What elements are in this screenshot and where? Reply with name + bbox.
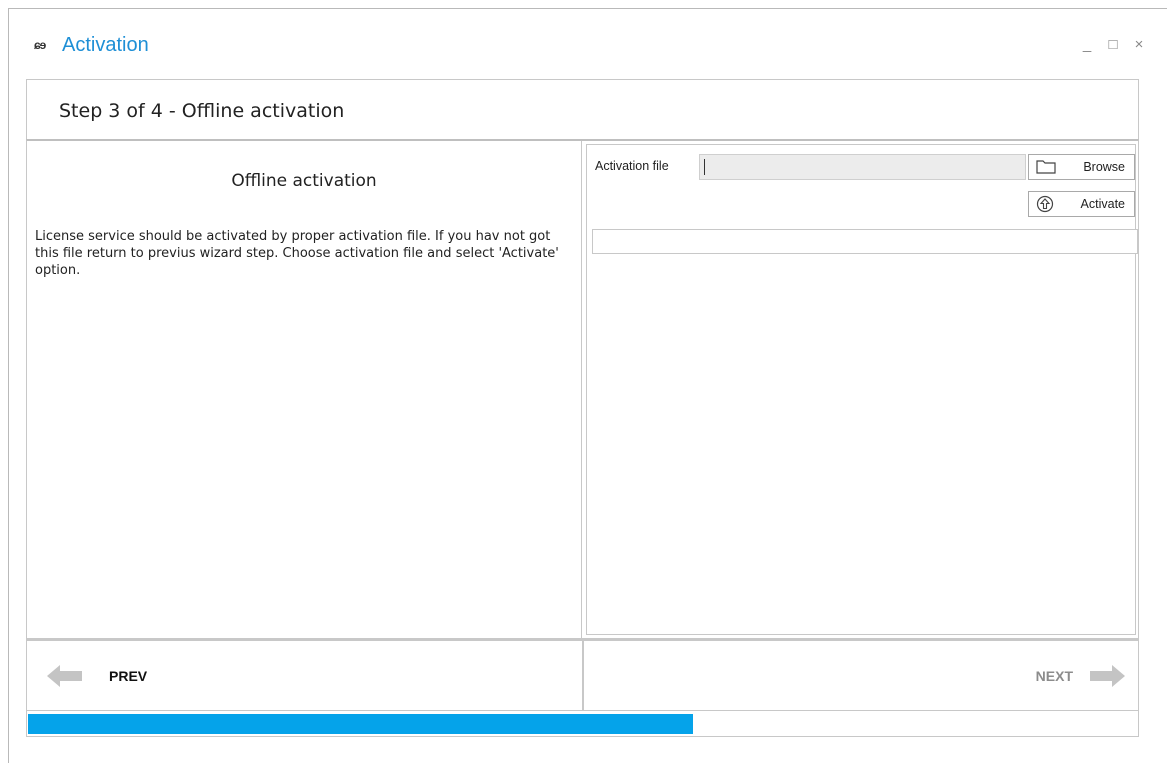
next-button[interactable]: NEXT: [584, 641, 1138, 710]
activate-button[interactable]: Activate: [1028, 191, 1135, 217]
activation-file-input[interactable]: [699, 154, 1026, 180]
activation-file-label: Activation file: [595, 159, 669, 173]
upload-arrow-icon: [1036, 195, 1054, 213]
prev-button[interactable]: PREV: [27, 641, 584, 710]
progress-fill: [28, 714, 693, 734]
pane-description: License service should be activated by p…: [35, 229, 559, 278]
window-title: Activation: [62, 34, 149, 56]
browse-button[interactable]: Browse: [1028, 154, 1135, 180]
browse-button-label: Browse: [1083, 160, 1125, 174]
activation-panel: Activation file Browse Activate: [586, 144, 1138, 635]
close-button[interactable]: ×: [1131, 36, 1147, 53]
step-title: Step 3 of 4 - Offline activation: [59, 100, 345, 122]
activation-pane: Activation file Browse Activate: [582, 141, 1138, 638]
activation-window: ɕɘ Activation _ □ × Step 3 of 4 - Offlin…: [8, 8, 1167, 763]
maximize-button[interactable]: □: [1105, 36, 1121, 53]
content-area: Offline activation License service shoul…: [26, 139, 1139, 639]
window-controls: _ □ ×: [1079, 36, 1147, 53]
step-header: Step 3 of 4 - Offline activation: [26, 79, 1139, 139]
pane-title: Offline activation: [231, 171, 377, 191]
title-bar: ɕɘ Activation _ □ ×: [9, 9, 1167, 79]
next-label: NEXT: [1035, 668, 1073, 684]
prev-label: PREV: [109, 668, 148, 684]
info-pane: Offline activation License service shoul…: [27, 141, 582, 638]
folder-icon: [1036, 160, 1056, 174]
activation-output-field[interactable]: [592, 229, 1138, 254]
wizard-navigation: PREV NEXT: [26, 639, 1139, 711]
app-logo-icon: ɕɘ: [34, 38, 46, 52]
text-caret: [704, 159, 705, 175]
arrow-left-icon: [47, 665, 83, 692]
arrow-right-icon: [1089, 665, 1125, 692]
minimize-button[interactable]: _: [1079, 36, 1095, 53]
activate-button-label: Activate: [1080, 197, 1125, 211]
progress-bar: [26, 711, 1139, 737]
